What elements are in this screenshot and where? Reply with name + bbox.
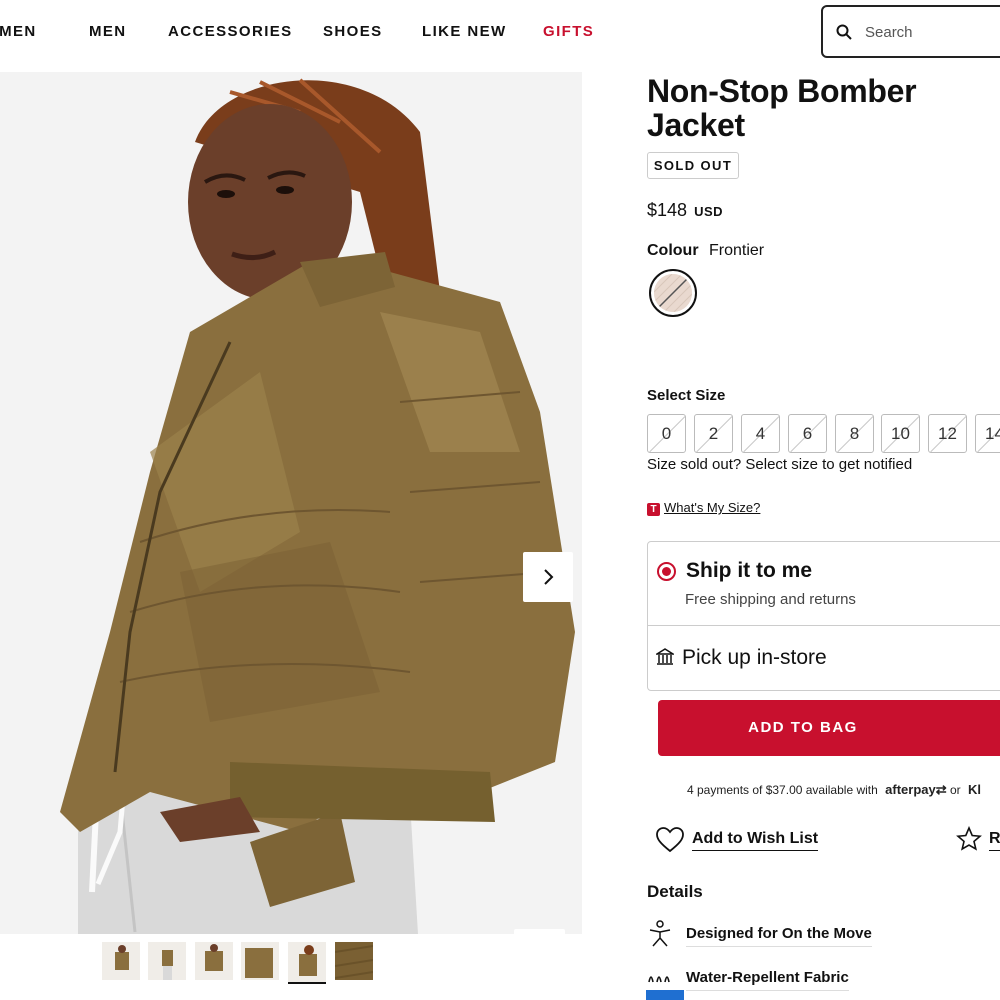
chat-widget-badge[interactable] [646, 990, 684, 1000]
feature-label: Water-Repellent Fabric [686, 969, 849, 991]
ship-radio[interactable] [657, 562, 676, 581]
size-option[interactable]: 0 [647, 414, 686, 453]
reviews-label: R [989, 830, 1000, 851]
search-icon [836, 24, 852, 40]
ship-option-title[interactable]: Ship it to me [686, 559, 812, 583]
heart-icon [656, 827, 684, 853]
whats-my-size-link[interactable]: What's My Size? [664, 500, 760, 515]
thumbnail-3[interactable] [195, 942, 233, 980]
size-option[interactable]: 10 [881, 414, 920, 453]
top-navigation: OMEN MEN ACCESSORIES SHOES LIKE NEW GIFT… [0, 0, 1000, 72]
search-input[interactable] [865, 21, 1000, 43]
afterpay-logo[interactable]: afterpay⇄ [885, 782, 946, 797]
size-guide-badge: T [647, 503, 660, 516]
size-option[interactable]: 12 [928, 414, 967, 453]
status-badge: SOLD OUT [647, 152, 739, 179]
nav-accessories[interactable]: ACCESSORIES [168, 23, 293, 40]
feature-label: Designed for On the Move [686, 925, 872, 947]
price: $148 USD [647, 200, 723, 221]
store-icon [656, 648, 674, 665]
size-option[interactable]: 2 [694, 414, 733, 453]
pickup-option[interactable]: Pick up in-store [682, 646, 827, 670]
size-label: Select Size [647, 387, 726, 404]
ship-option-subtitle: Free shipping and returns [685, 591, 856, 608]
thumbnail-6[interactable] [335, 942, 373, 980]
thumbnail-strip [0, 934, 582, 1000]
wishlist-label: Add to Wish List [692, 830, 819, 851]
thumbnail-5[interactable] [288, 942, 326, 984]
colour-value: Frontier [709, 242, 765, 259]
nav-women[interactable]: OMEN [0, 23, 37, 40]
colour-swatch-frontier[interactable] [649, 269, 697, 317]
feature-item[interactable]: Designed for On the Move [647, 920, 907, 950]
price-amount: $148 [647, 200, 688, 220]
product-photo [0, 72, 582, 934]
or-text: or [949, 783, 961, 797]
colour-label: Colour [647, 242, 699, 259]
water-repellent-icon [648, 976, 670, 983]
reviews-link[interactable]: R [956, 825, 1000, 857]
nav-like-new[interactable]: LIKE NEW [422, 23, 507, 40]
thumbnail-4[interactable] [241, 942, 279, 980]
price-currency: USD [694, 204, 724, 219]
afterpay-text: 4 payments of $37.00 available with [687, 783, 878, 797]
nav-men[interactable]: MEN [89, 23, 127, 40]
size-option[interactable]: 8 [835, 414, 874, 453]
add-to-wishlist[interactable]: Add to Wish List [656, 827, 819, 858]
product-title: Non-Stop Bomber Jacket [647, 73, 917, 143]
chevron-right-icon [544, 569, 554, 585]
search-box[interactable] [821, 5, 1000, 58]
size-option[interactable]: 6 [788, 414, 827, 453]
afterpay-message: 4 payments of $37.00 available with afte… [687, 782, 981, 798]
nav-gifts[interactable]: GIFTS [543, 23, 594, 40]
movement-icon [649, 920, 671, 947]
star-icon [956, 825, 982, 851]
size-option[interactable]: 4 [741, 414, 780, 453]
size-guide: T What's My Size? [647, 500, 760, 516]
add-to-bag-button[interactable]: ADD TO BAG [658, 700, 1000, 756]
details-heading: Details [647, 882, 703, 901]
nav-shoes[interactable]: SHOES [323, 23, 383, 40]
feature-item[interactable]: Water-Repellent Fabric [647, 964, 907, 994]
delivery-divider [647, 625, 1000, 626]
product-image[interactable] [0, 72, 582, 934]
thumbnail-1[interactable] [102, 942, 140, 980]
colour-row: Colour Frontier [647, 242, 764, 260]
swatch-pattern [654, 274, 692, 312]
next-image-button[interactable] [523, 552, 573, 602]
klarna-logo[interactable]: Kl [968, 782, 981, 797]
size-option[interactable]: 14 [975, 414, 1000, 453]
size-note: Size sold out? Select size to get notifi… [647, 456, 913, 473]
thumbnail-2[interactable] [148, 942, 186, 980]
